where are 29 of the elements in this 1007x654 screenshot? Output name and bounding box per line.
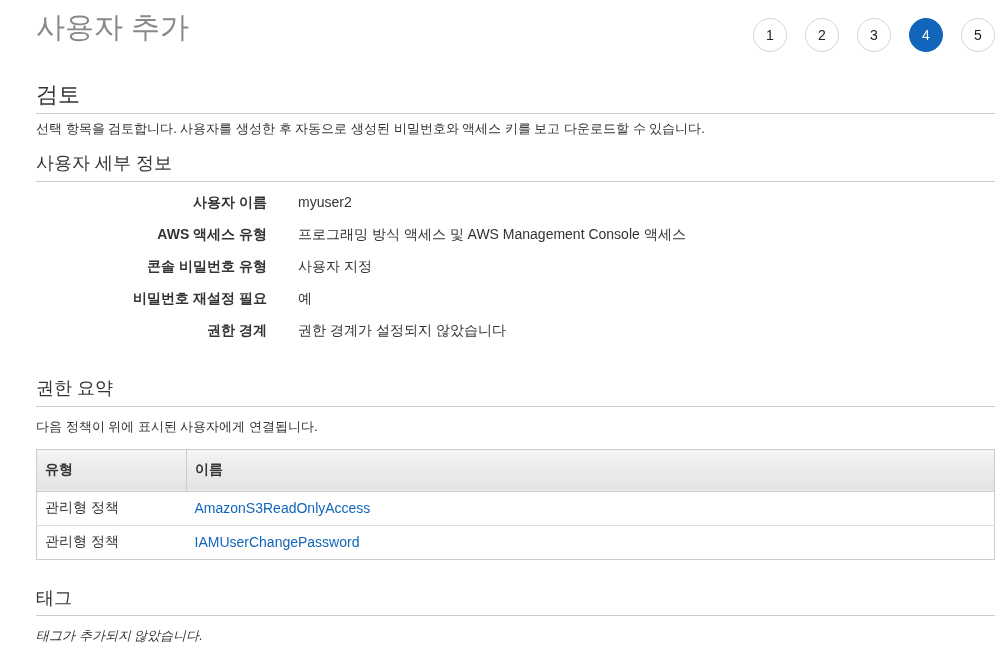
step-indicator: 5 <box>961 18 995 52</box>
field-label: 콘솔 비밀번호 유형 <box>146 258 267 276</box>
field-label: AWS 액세스 유형 <box>156 226 267 244</box>
field-value: 프로그래밍 방식 액세스 및 AWS Management Console 액세스 <box>298 226 687 244</box>
policy-type-cell: 관리형 정책 <box>36 525 187 560</box>
section-heading: 사용자 세부 정보 <box>36 153 173 175</box>
page-title: 사용자 추가 <box>36 10 190 45</box>
policy-link[interactable]: IAMUserChangePassword <box>194 534 360 551</box>
section-heading: 검토 <box>36 82 81 109</box>
description-text: 선택 항목을 검토합니다. 사용자를 생성한 후 자동으로 생성된 비밀번호와 액세스 키를 보고 다운로드할 수 있습니다. <box>36 120 706 139</box>
step-indicator: 1 <box>753 18 787 52</box>
step-indicator: 4 <box>909 18 943 52</box>
empty-tags-message: 태그가 추가되지 않았습니다. <box>36 627 204 646</box>
section-heading: 권한 요약 <box>36 378 114 400</box>
section-heading: 태그 <box>36 587 73 610</box>
field-label: 사용자 이름 <box>192 194 267 212</box>
field-label: 권한 경계 <box>206 322 267 340</box>
field-value: 예 <box>298 290 313 308</box>
column-header: 유형 <box>36 449 187 492</box>
field-label: 비밀번호 재설정 필요 <box>132 290 267 308</box>
step-indicator: 3 <box>857 18 891 52</box>
policy-link[interactable]: AmazonS3ReadOnlyAccess <box>194 500 371 517</box>
column-header: 이름 <box>186 449 995 492</box>
step-indicator: 2 <box>805 18 839 52</box>
description-text: 다음 정책이 위에 표시된 사용자에게 연결됩니다. <box>36 417 319 436</box>
policy-type-cell: 관리형 정책 <box>36 491 187 526</box>
field-value: 권한 경계가 설정되지 않았습니다 <box>298 322 507 340</box>
field-value: myuser2 <box>298 194 353 212</box>
field-value: 사용자 지정 <box>298 258 373 276</box>
